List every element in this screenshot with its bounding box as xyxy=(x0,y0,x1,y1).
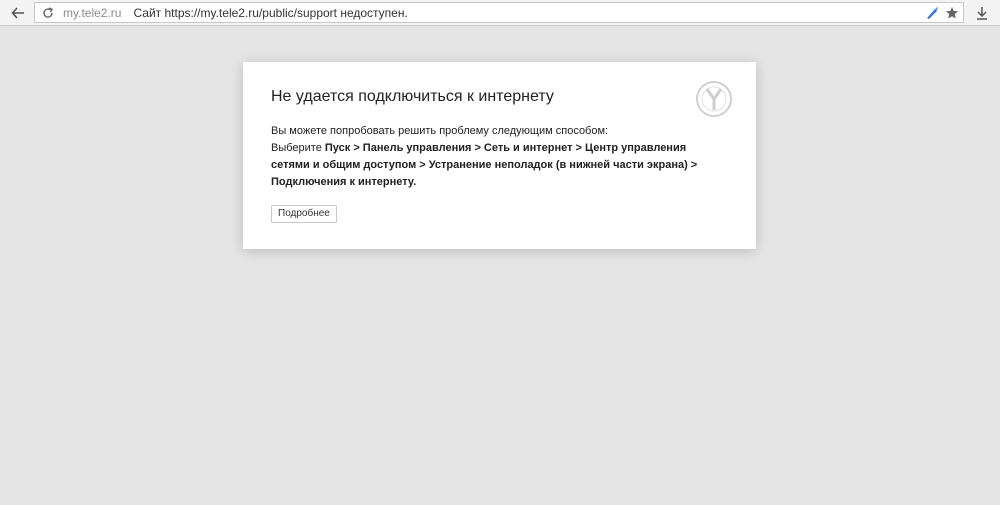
error-title: Не удается подключиться к интернету xyxy=(271,88,554,105)
reload-icon xyxy=(43,6,53,18)
instructions-path: Пуск > Панель управления > Сеть и интерн… xyxy=(271,142,698,188)
downloads-button[interactable] xyxy=(972,3,992,23)
protect-icon[interactable] xyxy=(925,6,939,20)
browser-toolbar: my.tele2.ru Сайт https://my.tele2.ru/pub… xyxy=(0,0,1000,26)
error-instructions: Выберите Пуск > Панель управления > Сеть… xyxy=(271,140,701,191)
download-icon xyxy=(977,7,987,20)
address-host: my.tele2.ru xyxy=(63,5,122,20)
reload-button[interactable] xyxy=(39,4,57,22)
instructions-prefix: Выберите xyxy=(271,142,325,154)
back-arrow-icon xyxy=(11,7,24,19)
address-bar[interactable]: my.tele2.ru Сайт https://my.tele2.ru/pub… xyxy=(34,2,964,23)
error-card: Не удается подключиться к интернету Вы м… xyxy=(243,62,756,249)
address-message: Сайт https://my.tele2.ru/public/support … xyxy=(133,5,408,20)
back-button[interactable] xyxy=(8,3,28,23)
error-hint: Вы можете попробовать решить проблему сл… xyxy=(271,125,609,137)
star-icon[interactable] xyxy=(945,6,959,20)
more-details-button[interactable]: Подробнее xyxy=(271,205,337,223)
yandex-logo-icon xyxy=(696,81,732,117)
error-description: Вы можете попробовать решить проблему сл… xyxy=(271,123,701,191)
